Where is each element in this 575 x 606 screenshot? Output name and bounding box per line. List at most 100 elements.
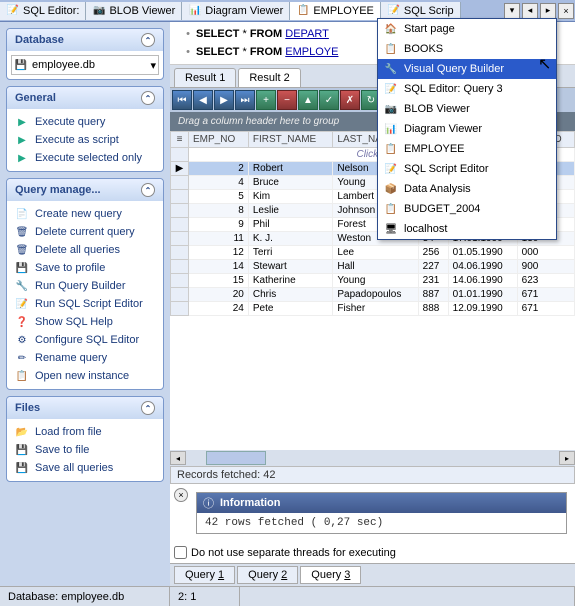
files-panel-title: Files [15, 402, 40, 414]
item-icon: 💾 [15, 443, 29, 457]
general-panel-title: General [15, 92, 56, 104]
sidebar-item[interactable]: 📂Load from file [11, 423, 159, 441]
item-label: Execute as script [35, 134, 119, 146]
database-panel: Database ⌃ 💾 employee.db ▾ [6, 28, 164, 80]
tab-icon: 📊 [188, 4, 202, 18]
sidebar-item[interactable]: ▶Execute as script [11, 131, 159, 149]
threads-checkbox[interactable] [174, 546, 187, 559]
popup-item[interactable]: 📋BOOKS [378, 39, 556, 59]
document-tab[interactable]: 📝SQL Scrip [381, 2, 461, 20]
sidebar-item[interactable]: 🗑Delete all queries [11, 241, 159, 259]
sidebar-item[interactable]: 📋Open new instance [11, 367, 159, 385]
table-row[interactable]: 20ChrisPapadopoulos88701.01.1990671 [171, 288, 575, 302]
popup-item[interactable]: 🖥localhost [378, 219, 556, 239]
sidebar-item[interactable]: 📝Run SQL Script Editor [11, 295, 159, 313]
column-header[interactable]: FIRST_NAME [248, 132, 333, 148]
info-title: Information [220, 497, 281, 509]
result-tab-1[interactable]: Result 1 [174, 68, 236, 87]
tab-prev-button[interactable]: ◂ [522, 3, 538, 19]
info-close-button[interactable]: × [174, 488, 188, 502]
info-icon: ⓘ [203, 495, 214, 511]
query-tab-1[interactable]: Query 1 [174, 566, 235, 584]
sidebar-item[interactable]: ▶Execute query [11, 113, 159, 131]
popup-item-label: SQL Editor: Query 3 [404, 83, 503, 95]
tab-list-button[interactable]: ▾ [504, 3, 520, 19]
popup-item[interactable]: 📦 Data Analysis [378, 179, 556, 199]
sidebar-item[interactable]: ⚙Configure SQL Editor [11, 331, 159, 349]
threads-checkbox-row[interactable]: Do not use separate threads for executin… [170, 542, 575, 563]
popup-item-icon: 📋 [384, 142, 398, 156]
item-icon: ❓ [15, 315, 29, 329]
row-marker [171, 176, 189, 190]
database-select[interactable]: 💾 employee.db ▾ [11, 55, 159, 75]
popup-item-icon: 📦 [384, 182, 398, 196]
sidebar-item[interactable]: ✏Rename query [11, 349, 159, 367]
item-label: Save all queries [35, 462, 113, 474]
item-label: Create new query [35, 208, 122, 220]
popup-item[interactable]: 📝SQL Script Editor [378, 159, 556, 179]
files-panel: Files⌃ 📂Load from file💾Save to file💾Save… [6, 396, 164, 482]
item-label: Rename query [35, 352, 107, 364]
collapse-icon[interactable]: ⌃ [141, 401, 155, 415]
row-marker [171, 204, 189, 218]
popup-item-label: EMPLOYEE [404, 143, 465, 155]
popup-item[interactable]: 📊Diagram Viewer [378, 119, 556, 139]
next-button[interactable]: ▶ [214, 90, 234, 110]
sidebar-item[interactable]: ▶Execute selected only [11, 149, 159, 167]
add-button[interactable]: + [256, 90, 276, 110]
popup-item[interactable]: 📋BUDGET_2004 [378, 199, 556, 219]
popup-item-icon: 📊 [384, 122, 398, 136]
query-tab-2[interactable]: Query 2 [237, 566, 298, 584]
table-row[interactable]: 15KatherineYoung23114.06.1990623 [171, 274, 575, 288]
column-header[interactable]: EMP_NO [189, 132, 249, 148]
popup-item[interactable]: 📝SQL Editor: Query 3 [378, 79, 556, 99]
result-tab-2[interactable]: Result 2 [238, 68, 300, 87]
horizontal-scrollbar[interactable]: ◂ ▸ [170, 450, 575, 466]
cancel-button[interactable]: ✗ [340, 90, 360, 110]
post-button[interactable]: ✓ [319, 90, 339, 110]
sidebar-item[interactable]: 💾Save to file [11, 441, 159, 459]
query-tab-3[interactable]: Query 3 [300, 566, 361, 584]
popup-item[interactable]: 📋 EMPLOYEE [378, 139, 556, 159]
collapse-icon[interactable]: ⌃ [141, 183, 155, 197]
first-button[interactable]: ⏮ [172, 90, 192, 110]
database-icon: 💾 [14, 58, 28, 72]
document-tab[interactable]: 📊Diagram Viewer [182, 2, 290, 20]
query-panel-title: Query manage... [15, 184, 101, 196]
popup-item-label: localhost [404, 223, 447, 235]
item-label: Execute query [35, 116, 105, 128]
sidebar-item[interactable]: ❓Show SQL Help [11, 313, 159, 331]
last-button[interactable]: ⏭ [235, 90, 255, 110]
document-tab[interactable]: 📝SQL Editor: [0, 2, 86, 20]
document-tab[interactable]: 📋EMPLOYEE [290, 2, 381, 20]
row-marker [171, 274, 189, 288]
table-row[interactable]: 14StewartHall22704.06.1990900 [171, 260, 575, 274]
sidebar-item[interactable]: 🔧Run Query Builder [11, 277, 159, 295]
popup-item-label: Data Analysis [404, 183, 471, 195]
collapse-icon[interactable]: ⌃ [141, 91, 155, 105]
database-panel-title: Database [15, 34, 64, 46]
delete-button[interactable]: − [277, 90, 297, 110]
table-row[interactable]: 12TerriLee25601.05.1990000 [171, 246, 575, 260]
document-tab[interactable]: 📷BLOB Viewer [86, 2, 182, 20]
sidebar-item[interactable]: 💾Save all queries [11, 459, 159, 477]
sidebar-item[interactable]: 📄Create new query [11, 205, 159, 223]
popup-item[interactable]: 📷BLOB Viewer [378, 99, 556, 119]
sidebar-item[interactable]: 💾Save to profile [11, 259, 159, 277]
item-icon: 📂 [15, 425, 29, 439]
prev-button[interactable]: ◀ [193, 90, 213, 110]
popup-item[interactable]: 🏠Start page [378, 19, 556, 39]
row-marker [171, 288, 189, 302]
tab-next-button[interactable]: ▸ [540, 3, 556, 19]
popup-item[interactable]: 🔧Visual Query Builder [378, 59, 556, 79]
tab-close-button[interactable]: × [558, 3, 574, 19]
sidebar-item[interactable]: 🗑Delete current query [11, 223, 159, 241]
item-label: Delete all queries [35, 244, 120, 256]
collapse-icon[interactable]: ⌃ [141, 33, 155, 47]
tab-icon: 📝 [6, 4, 20, 18]
table-row[interactable]: 24PeteFisher88812.09.1990671 [171, 302, 575, 316]
tab-label: SQL Scrip [404, 5, 454, 17]
edit-button[interactable]: ▲ [298, 90, 318, 110]
item-icon: 📝 [15, 297, 29, 311]
popup-item-icon: 🏠 [384, 22, 398, 36]
